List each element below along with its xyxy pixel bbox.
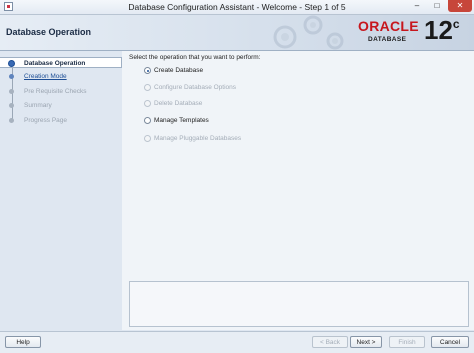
- sidebar-item-label: Pre Requisite Checks: [24, 88, 87, 95]
- step-icon: [9, 118, 14, 123]
- version-suffix: c: [452, 17, 460, 31]
- version-number: 12: [424, 15, 453, 45]
- maximize-button[interactable]: □: [427, 0, 447, 12]
- version-label: 12c: [424, 15, 460, 46]
- message-pane: [129, 281, 469, 327]
- sidebar-item-summary: Summary: [0, 100, 122, 111]
- cancel-button[interactable]: Cancel: [431, 336, 469, 348]
- header-banner: Database Operation ORACLE DATABASE 12c: [0, 15, 474, 51]
- oracle-logo-subtext: DATABASE: [368, 36, 407, 43]
- back-button: < Back: [312, 336, 348, 348]
- option-label: Manage Templates: [154, 117, 209, 124]
- step-icon: [9, 74, 14, 79]
- next-button[interactable]: Next >: [350, 336, 382, 348]
- finish-button: Finish: [389, 336, 425, 348]
- title-bar: Database Configuration Assistant - Welco…: [0, 0, 474, 15]
- oracle-logo-text: ORACLE: [358, 18, 419, 34]
- radio-icon: [144, 100, 151, 107]
- radio-icon[interactable]: [144, 117, 151, 124]
- option-label: Create Database: [154, 67, 204, 74]
- sidebar-item-prerequisite-checks: Pre Requisite Checks: [0, 86, 122, 97]
- sidebar-item-label: Creation Mode: [24, 73, 67, 80]
- sidebar-item-label: Progress Page: [24, 117, 67, 124]
- option-label: Delete Database: [154, 100, 203, 107]
- sidebar-item-label: Database Operation: [24, 60, 86, 67]
- sidebar-item-progress-page: Progress Page: [0, 115, 122, 126]
- gears-graphic-icon: [273, 15, 344, 50]
- radio-selected-icon[interactable]: [144, 67, 151, 74]
- radio-icon: [144, 84, 151, 91]
- window-title: Database Configuration Assistant - Welco…: [128, 2, 346, 12]
- main-panel: Select the operation that you want to pe…: [122, 51, 474, 330]
- close-button[interactable]: ✕: [448, 0, 472, 12]
- radio-icon: [144, 135, 151, 142]
- sidebar-item-database-operation[interactable]: Database Operation: [0, 57, 122, 68]
- sidebar-item-label: Summary: [24, 102, 52, 109]
- sidebar-nav: Database Operation Creation Mode Pre Req…: [0, 51, 122, 331]
- sidebar-item-creation-mode[interactable]: Creation Mode: [0, 71, 122, 82]
- step-icon: [9, 103, 14, 108]
- option-label: Manage Pluggable Databases: [154, 135, 242, 142]
- operation-prompt: Select the operation that you want to pe…: [129, 54, 261, 61]
- step-icon: [9, 89, 14, 94]
- button-bar: Help < Back Next > Finish Cancel: [0, 331, 474, 353]
- oracle-logo: ORACLE DATABASE: [358, 18, 422, 48]
- option-label: Configure Database Options: [154, 84, 237, 91]
- minimize-button[interactable]: –: [407, 0, 427, 12]
- help-button[interactable]: Help: [5, 336, 41, 348]
- step-current-icon: [9, 61, 14, 66]
- page-title: Database Operation: [6, 27, 92, 37]
